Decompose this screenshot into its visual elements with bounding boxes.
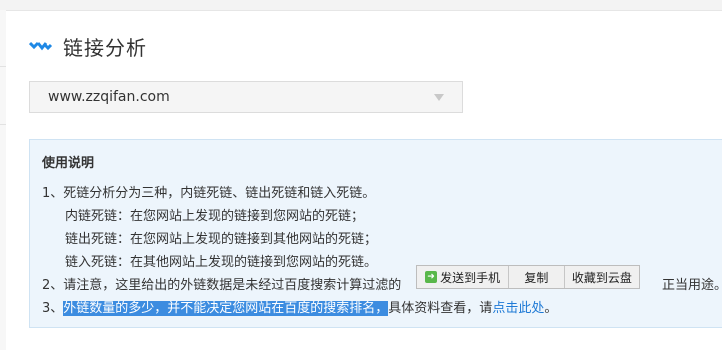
- instruction-line: 链出死链：在您网站上发现的链接到其他网站的死链；: [65, 232, 378, 247]
- instruction-line: 2、请注意，这里给出的外链数据是未经过百度搜索计算过滤的: [42, 278, 402, 293]
- send-to-phone-button[interactable]: ➜ 发送到手机: [417, 266, 510, 288]
- instructions-panel: 使用说明 1、死链分析分为三种，内链死链、链出死链和链入死链。 内链死链：在您网…: [29, 139, 722, 328]
- instruction-line: 3、外链数量的多少，并不能决定您网站在百度的搜索排名，具体资料查看，请点击此处。: [42, 297, 557, 316]
- send-to-phone-label: 发送到手机: [440, 270, 501, 285]
- line-prefix: 3、: [42, 301, 64, 316]
- page-title: 链接分析: [63, 35, 147, 60]
- save-to-cloud-label: 收藏到云盘: [571, 270, 632, 285]
- send-to-phone-icon: ➜: [425, 271, 438, 283]
- top-bar: [0, 0, 722, 11]
- save-to-cloud-button[interactable]: 收藏到云盘: [565, 266, 639, 288]
- sidebar-divider: [0, 124, 6, 125]
- instruction-line: 链入死链：在其他网站上发现的链接到您网站的死链。: [65, 255, 378, 270]
- left-sidebar-edge: [0, 10, 6, 350]
- selection-context-popup: ➜ 发送到手机 复制 收藏到云盘: [416, 265, 640, 289]
- site-select-value: www.zzqifan.com: [48, 89, 170, 105]
- instruction-line: 1、死链分析分为三种，内链死链、链出死链和链入死链。: [42, 186, 376, 201]
- instructions-title: 使用说明: [42, 156, 95, 171]
- instruction-line-tail: 正当用途。: [662, 278, 722, 293]
- site-select-dropdown[interactable]: www.zzqifan.com: [29, 81, 463, 113]
- copy-button[interactable]: 复制: [509, 266, 565, 288]
- copy-label: 复制: [524, 270, 549, 285]
- selected-text[interactable]: 外链数量的多少，并不能决定您网站在百度的搜索排名，: [63, 301, 389, 316]
- page-header: 链接分析: [28, 31, 147, 61]
- chevron-down-icon: [434, 93, 444, 101]
- line-end: 。: [544, 301, 558, 316]
- line-text: 具体资料查看，请: [388, 301, 493, 316]
- sidebar-divider: [0, 66, 6, 67]
- click-here-link[interactable]: 点击此处: [492, 301, 544, 316]
- double-chevron-icon: [28, 38, 53, 54]
- instruction-line: 内链死链：在您网站上发现的链接到您网站的死链；: [65, 209, 365, 224]
